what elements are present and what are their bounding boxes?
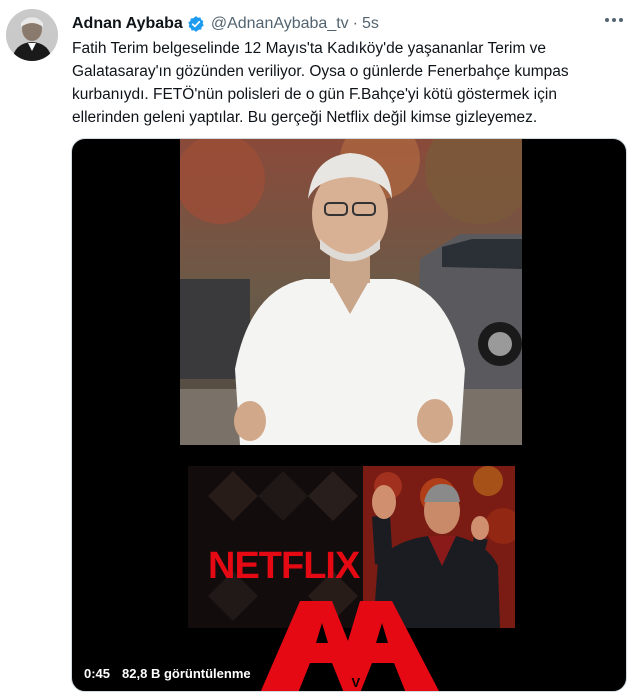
separator-dot: · bbox=[352, 15, 358, 32]
video-stats: 0:45 82,8 B görüntülenme bbox=[84, 666, 251, 681]
aa-tv-logo: T V bbox=[260, 601, 439, 691]
author-handle[interactable]: @AdnanAybaba_tv bbox=[211, 15, 349, 33]
avatar[interactable] bbox=[6, 9, 58, 61]
tweet-text-line: ellerinden geleni yaptılar. Bu gerçeği N… bbox=[72, 109, 538, 126]
tweet-text-line: kurbanıydı. FETÖ'nün polisleri de o gün … bbox=[72, 86, 557, 103]
video-player[interactable]: NETFLIX T V 0:45 82,8 B görüntülenme bbox=[71, 138, 627, 692]
more-options-icon[interactable] bbox=[602, 10, 626, 30]
tweet-header: Adnan Aybaba @AdnanAybaba_tv · 5s bbox=[72, 13, 620, 35]
video-duration: 0:45 bbox=[84, 666, 111, 681]
author-name[interactable]: Adnan Aybaba bbox=[72, 15, 183, 33]
tweet-text-line: Fatih Terim belgeselinde 12 Mayıs'ta Kad… bbox=[72, 40, 547, 57]
aa-tv-sub: T V bbox=[328, 675, 366, 690]
verified-badge-icon bbox=[187, 15, 205, 33]
tweet-text: Fatih Terim belgeselinde 12 Mayıs'ta Kad… bbox=[72, 37, 628, 129]
video-frame-man bbox=[180, 139, 522, 445]
tweet-text-line: Galatasaray'ın gözünden veriliyor. Oysa … bbox=[72, 63, 569, 80]
video-view-count: 82,8 B görüntülenme bbox=[122, 666, 251, 681]
tweet-timestamp[interactable]: 5s bbox=[362, 15, 379, 33]
netflix-logo: NETFLIX bbox=[208, 545, 361, 587]
avatar-photo bbox=[6, 9, 58, 61]
